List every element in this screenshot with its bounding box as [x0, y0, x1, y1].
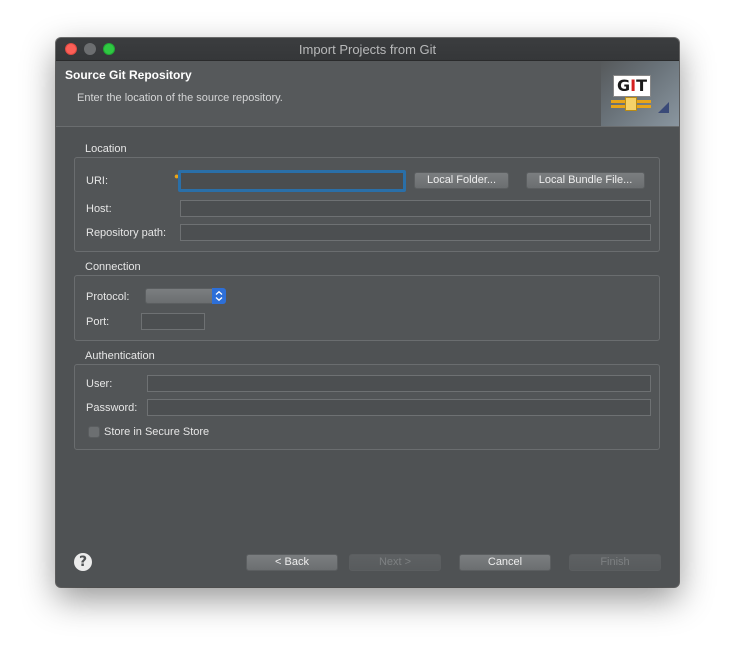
next-button[interactable]: Next >	[349, 554, 441, 571]
password-label: Password:	[86, 402, 138, 414]
connection-group-label: Connection	[85, 261, 141, 273]
repository-path-label: Repository path:	[86, 227, 167, 239]
import-git-dialog: Import Projects from Git Source Git Repo…	[56, 38, 679, 587]
cancel-button[interactable]: Cancel	[459, 554, 551, 571]
repository-path-input[interactable]	[180, 224, 651, 241]
protocol-label: Protocol:	[86, 291, 130, 303]
uri-input[interactable]	[178, 170, 406, 192]
git-box-decoration	[625, 97, 637, 111]
store-secure-label: Store in Secure Store	[104, 426, 210, 438]
local-bundle-file-button[interactable]: Local Bundle File...	[526, 172, 645, 189]
window-title: Import Projects from Git	[298, 42, 437, 57]
page-description: Enter the location of the source reposit…	[77, 92, 283, 104]
connection-group	[74, 275, 660, 341]
title-bar: Import Projects from Git	[56, 38, 679, 61]
git-banner: GIT	[601, 61, 679, 126]
user-label: User:	[86, 378, 113, 390]
host-label: Host:	[86, 203, 112, 215]
back-button[interactable]: < Back	[246, 554, 338, 571]
wizard-corner-icon	[658, 102, 669, 113]
store-secure-checkbox[interactable]	[88, 426, 100, 438]
protocol-select[interactable]	[145, 288, 226, 304]
page-title: Source Git Repository	[65, 68, 192, 82]
port-input[interactable]	[141, 313, 205, 330]
local-folder-button[interactable]: Local Folder...	[414, 172, 509, 189]
password-input[interactable]	[147, 399, 651, 416]
user-input[interactable]	[147, 375, 651, 392]
wizard-header: Source Git Repository Enter the location…	[56, 61, 679, 127]
host-input[interactable]	[180, 200, 651, 217]
location-group-label: Location	[85, 143, 127, 155]
help-icon[interactable]: ?	[74, 553, 92, 571]
uri-label: URI:	[86, 175, 108, 187]
git-logo-icon: GIT	[613, 75, 651, 97]
finish-button[interactable]: Finish	[569, 554, 661, 571]
select-stepper-icon	[212, 288, 226, 304]
authentication-group-label: Authentication	[85, 350, 155, 362]
port-label: Port:	[86, 316, 110, 328]
